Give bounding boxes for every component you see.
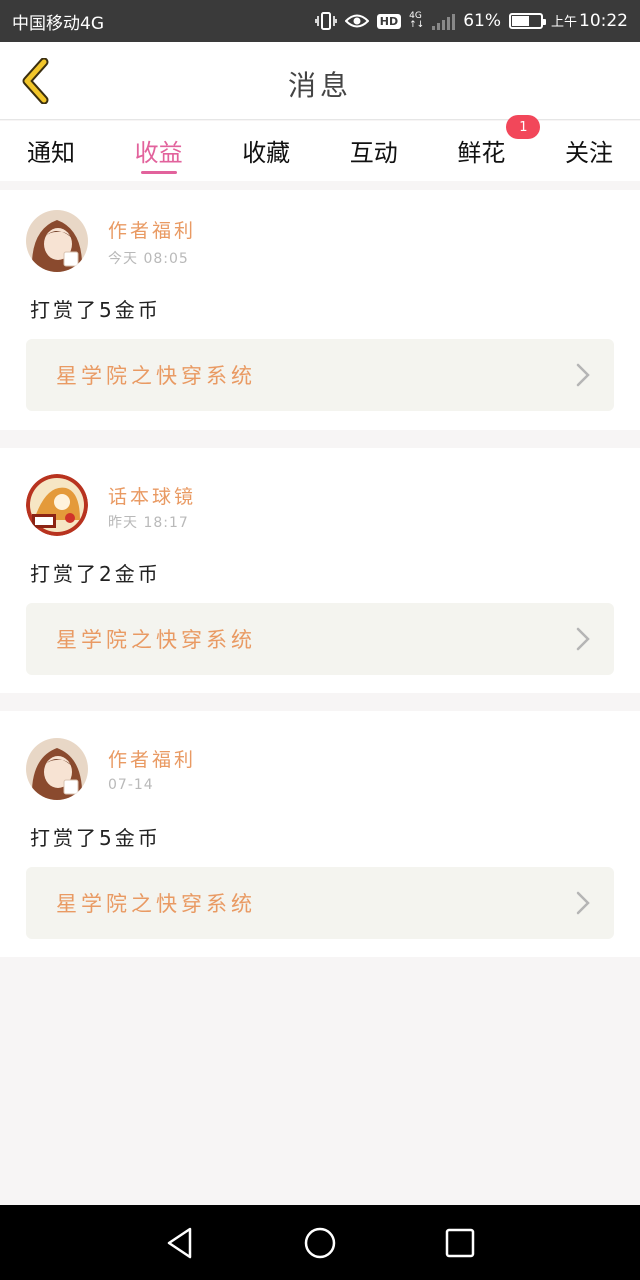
signal-icon xyxy=(432,12,456,30)
reward-message: 打赏了5金币 xyxy=(30,298,161,322)
status-bar: 中国移动4G HD 4G ↑↓ 61% 上午 10:22 xyxy=(0,0,640,42)
tab-interactions[interactable]: 互动 xyxy=(339,121,409,181)
book-title: 星学院之快穿系统 xyxy=(56,364,256,388)
timestamp: 07-14 xyxy=(108,777,154,793)
nav-back-button[interactable] xyxy=(150,1213,210,1273)
tab-bar: 通知 收益 收藏 互动 鲜花 1 关注 xyxy=(0,115,640,181)
timestamp: 昨天 18:17 xyxy=(108,515,189,531)
chevron-right-icon xyxy=(576,891,590,915)
eye-comfort-icon xyxy=(344,13,369,29)
tab-favorites[interactable]: 收藏 xyxy=(231,121,301,181)
tab-flowers[interactable]: 鲜花 1 xyxy=(446,115,541,181)
tab-following[interactable]: 关注 xyxy=(554,121,624,181)
avatar[interactable] xyxy=(26,474,88,536)
list-item: 作者福利 07-14 打赏了5金币 星学院之快穿系统 xyxy=(0,711,640,957)
chevron-right-icon xyxy=(576,627,590,651)
list-item: 话本球镜 昨天 18:17 打赏了2金币 星学院之快穿系统 xyxy=(0,448,640,693)
clock-ampm: 上午 xyxy=(550,15,577,30)
sender-name[interactable]: 作者福利 xyxy=(108,745,196,772)
circle-home-icon xyxy=(304,1227,336,1258)
sender-name[interactable]: 作者福利 xyxy=(108,216,196,243)
tab-earnings[interactable]: 收益 xyxy=(124,121,194,181)
clock-time: 10:22 xyxy=(579,11,628,31)
vibrate-icon xyxy=(314,12,337,30)
avatar[interactable] xyxy=(26,210,88,272)
book-link[interactable]: 星学院之快穿系统 xyxy=(26,339,614,411)
hd-badge: HD xyxy=(376,13,402,29)
app-header: 消息 xyxy=(0,42,640,120)
network-type-icon: 4G ↑↓ xyxy=(409,11,425,30)
battery-percent: 61% xyxy=(463,11,501,31)
book-link[interactable]: 星学院之快穿系统 xyxy=(26,867,614,939)
tab-notifications[interactable]: 通知 xyxy=(16,121,86,181)
carrier-label: 中国移动4G xyxy=(12,13,104,34)
book-link[interactable]: 星学院之快穿系统 xyxy=(26,603,614,675)
square-recents-icon xyxy=(445,1228,475,1257)
clock: 上午 10:22 xyxy=(551,11,628,31)
battery-icon xyxy=(508,13,546,29)
list-item: 作者福利 今天 08:05 打赏了5金币 星学院之快穿系统 xyxy=(0,190,640,430)
chevron-right-icon xyxy=(576,363,590,387)
book-title: 星学院之快穿系统 xyxy=(56,628,256,652)
book-title: 星学院之快穿系统 xyxy=(56,892,256,916)
page-title: 消息 xyxy=(287,69,352,102)
timestamp: 今天 08:05 xyxy=(108,251,189,267)
triangle-back-icon xyxy=(167,1227,192,1258)
nav-recents-button[interactable] xyxy=(430,1213,490,1273)
system-nav-bar xyxy=(0,1205,640,1280)
reward-message: 打赏了5金币 xyxy=(30,826,161,850)
sender-name[interactable]: 话本球镜 xyxy=(108,482,196,509)
reward-message: 打赏了2金币 xyxy=(30,562,161,586)
unread-badge: 1 xyxy=(506,115,541,139)
avatar[interactable] xyxy=(26,738,88,800)
nav-home-button[interactable] xyxy=(290,1213,350,1273)
